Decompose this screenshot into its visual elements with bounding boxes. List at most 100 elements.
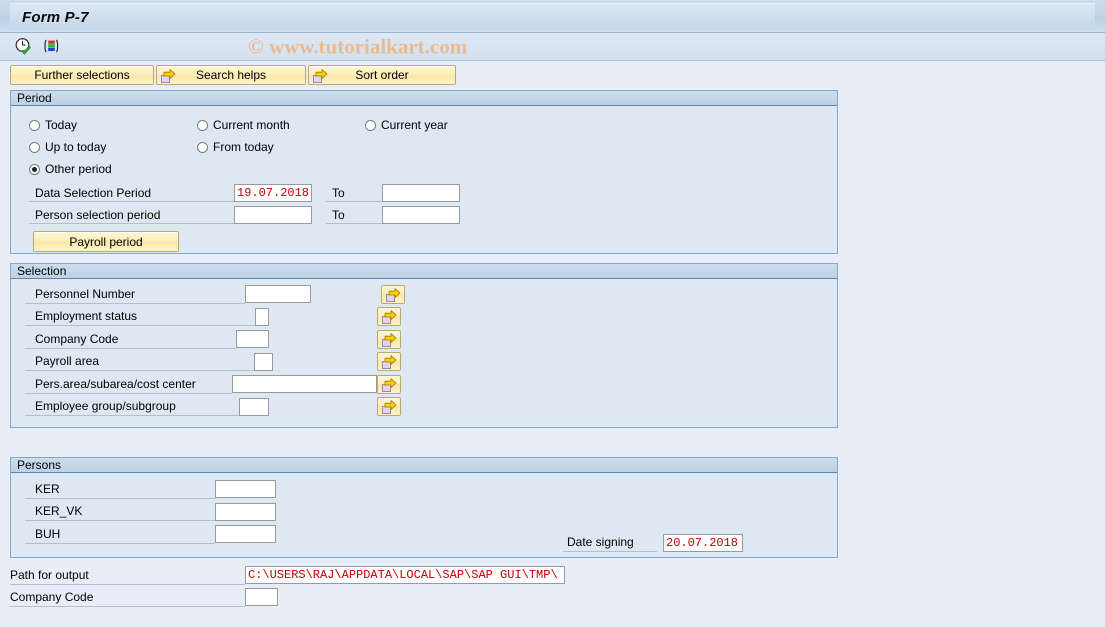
ker-vk-label: KER_VK: [25, 502, 215, 522]
radio-current-month-label: Current month: [213, 118, 290, 132]
execute-clock-icon[interactable]: [12, 36, 34, 58]
data-selection-period-label: Data Selection Period: [29, 184, 234, 202]
person-selection-period-row: Person selection period To: [11, 204, 837, 226]
company-code-input[interactable]: [236, 330, 269, 349]
period-radio-row-2: Up to today From today: [29, 136, 837, 158]
ker-input[interactable]: [215, 480, 276, 499]
radio-up-to-today-button[interactable]: [29, 141, 40, 153]
period-radio-row-1: Today Current month Current year: [29, 114, 837, 136]
radio-from-today[interactable]: From today: [197, 140, 365, 154]
payroll-area-input[interactable]: [254, 352, 273, 371]
table-row: Employment status: [11, 306, 837, 329]
footer-company-code-label: Company Code: [10, 588, 245, 607]
company-code-label: Company Code: [25, 330, 236, 349]
selection-group: Selection Personnel Number Employment st…: [10, 263, 838, 428]
employee-group-subgroup-input[interactable]: [239, 397, 269, 416]
persons-group-body: KER KER_VK BUH Date signing: [11, 473, 837, 554]
radio-today[interactable]: Today: [29, 118, 197, 132]
period-radio-grid: Today Current month Current year Up to t…: [11, 112, 837, 180]
table-row: KER_VK: [11, 501, 837, 524]
employment-status-multi-select-button[interactable]: [377, 307, 401, 327]
period-group-body: Today Current month Current year Up to t…: [11, 106, 837, 260]
date-signing-label: Date signing: [563, 533, 657, 552]
buh-input[interactable]: [215, 525, 276, 544]
personnel-number-label: Personnel Number: [25, 285, 245, 304]
table-row: Employee group/subgroup: [11, 396, 837, 419]
action-button-row: Further selections Search helps Sort ord…: [0, 61, 1105, 87]
company-code-multi-select-button[interactable]: [377, 329, 401, 349]
table-row: Personnel Number: [11, 283, 837, 306]
selection-group-header: Selection: [11, 264, 837, 279]
data-selection-period-to-input[interactable]: [382, 184, 460, 202]
employee-group-subgroup-multi-select-button[interactable]: [377, 397, 401, 417]
sort-order-button[interactable]: Sort order: [308, 65, 456, 85]
arrow-right-icon: [313, 68, 328, 83]
path-for-output-row: Path for output: [0, 564, 1105, 586]
person-selection-period-label: Person selection period: [29, 206, 234, 224]
window-title-bar: Form P-7: [0, 0, 1105, 33]
ker-vk-input[interactable]: [215, 502, 276, 521]
footer-company-code-row: Company Code: [0, 586, 1105, 608]
table-row: Payroll area: [11, 351, 837, 374]
further-selections-label: Further selections: [34, 68, 130, 82]
radio-other-period[interactable]: Other period: [29, 162, 112, 176]
radio-up-to-today-label: Up to today: [45, 140, 107, 154]
ker-label: KER: [25, 480, 215, 499]
data-selection-period-to-label: To: [326, 184, 382, 202]
search-helps-button[interactable]: Search helps: [156, 65, 306, 85]
further-selections-button[interactable]: Further selections: [10, 65, 154, 85]
arrow-right-icon: [381, 399, 397, 415]
arrow-right-icon: [161, 68, 176, 83]
arrow-right-icon: [381, 332, 397, 347]
personnel-number-multi-select-button[interactable]: [381, 284, 405, 304]
employment-status-label: Employment status: [25, 307, 255, 327]
radio-from-today-label: From today: [213, 140, 274, 154]
arrow-right-icon: [385, 287, 401, 302]
data-selection-period-input[interactable]: [234, 184, 312, 202]
radio-current-month[interactable]: Current month: [197, 118, 365, 132]
employee-group-subgroup-label: Employee group/subgroup: [25, 397, 239, 417]
radio-current-year-button[interactable]: [365, 119, 376, 131]
radio-current-year[interactable]: Current year: [365, 118, 448, 132]
application-toolbar: © www.tutorialkart.com: [0, 33, 1105, 61]
payroll-period-label: Payroll period: [69, 234, 143, 249]
path-for-output-input[interactable]: [245, 566, 565, 584]
path-for-output-label: Path for output: [10, 566, 245, 585]
table-row: KER: [11, 478, 837, 501]
pers-area-subarea-cost-center-multi-select-button[interactable]: [377, 374, 401, 394]
arrow-right-icon: [381, 377, 397, 392]
title-bar-inner: Form P-7: [10, 3, 1095, 30]
radio-up-to-today[interactable]: Up to today: [29, 140, 197, 154]
radio-today-button[interactable]: [29, 119, 40, 131]
employment-status-input[interactable]: [255, 307, 269, 326]
period-radio-row-3: Other period: [29, 158, 837, 180]
payroll-area-multi-select-button[interactable]: [377, 352, 401, 372]
radio-from-today-button[interactable]: [197, 141, 208, 153]
personnel-number-input[interactable]: [245, 285, 311, 304]
buh-label: BUH: [25, 525, 215, 544]
pers-area-subarea-cost-center-label: Pers.area/subarea/cost center: [25, 375, 232, 394]
search-helps-label: Search helps: [195, 68, 267, 82]
arrow-right-icon: [381, 354, 397, 370]
data-selection-period-row: Data Selection Period To: [11, 182, 837, 204]
radio-current-month-button[interactable]: [197, 119, 208, 131]
page-title: Form P-7: [22, 8, 89, 26]
payroll-period-button[interactable]: Payroll period: [33, 231, 179, 252]
persons-group: Persons KER KER_VK BUH Date signing: [10, 457, 838, 558]
radio-current-year-label: Current year: [381, 118, 448, 132]
radio-other-period-label: Other period: [45, 162, 112, 176]
radio-other-period-button[interactable]: [29, 163, 40, 175]
person-selection-period-to-input[interactable]: [382, 206, 460, 224]
table-row: Company Code: [11, 328, 837, 351]
footer-company-code-input[interactable]: [245, 588, 278, 606]
date-signing-row: Date signing: [563, 533, 743, 552]
payroll-area-label: Payroll area: [25, 352, 254, 372]
date-signing-input[interactable]: [663, 533, 743, 552]
radio-today-label: Today: [45, 118, 78, 132]
pers-area-subarea-cost-center-input[interactable]: [232, 375, 377, 394]
person-selection-period-input[interactable]: [234, 206, 312, 224]
selection-group-body: Personnel Number Employment status Compa…: [11, 279, 837, 426]
arrow-right-icon: [381, 309, 397, 325]
persons-group-header: Persons: [11, 458, 837, 473]
execute-variant-icon[interactable]: [40, 36, 62, 58]
